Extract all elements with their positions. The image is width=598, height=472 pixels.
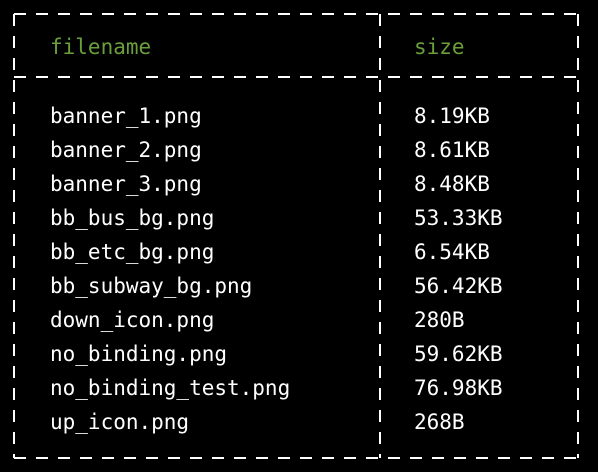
- filename-cell: down_icon.png: [50, 308, 215, 332]
- table-row: bb_bus_bg.png 53.33KB: [0, 201, 598, 235]
- size-cell: 268B: [414, 410, 465, 434]
- filename-cell: banner_2.png: [50, 138, 202, 162]
- size-cell: 59.62KB: [414, 342, 503, 366]
- table-row: bb_etc_bg.png 6.54KB: [0, 235, 598, 269]
- size-cell: 280B: [414, 308, 465, 332]
- filename-cell: up_icon.png: [50, 410, 190, 434]
- size-cell: 56.42KB: [414, 274, 503, 298]
- table-row: no_binding.png 59.62KB: [0, 337, 598, 371]
- table-row: no_binding_test.png 76.98KB: [0, 371, 598, 405]
- size-cell: 76.98KB: [414, 376, 503, 400]
- filename-cell: bb_bus_bg.png: [50, 206, 215, 230]
- size-cell: 6.54KB: [414, 240, 490, 264]
- table-row: banner_2.png 8.61KB: [0, 133, 598, 167]
- size-cell: 53.33KB: [414, 206, 503, 230]
- size-cell: 8.48KB: [414, 172, 490, 196]
- column-header-filename: filename: [50, 35, 152, 59]
- filename-cell: banner_1.png: [50, 104, 202, 128]
- terminal-output: filename size banner_1.png 8.19KB banner…: [0, 0, 598, 472]
- table-row: bb_subway_bg.png 56.42KB: [0, 269, 598, 303]
- filename-cell: no_binding.png: [50, 342, 228, 366]
- filename-cell: banner_3.png: [50, 172, 202, 196]
- table-row: banner_1.png 8.19KB: [0, 99, 598, 133]
- table-row: down_icon.png 280B: [0, 303, 598, 337]
- table-row: up_icon.png 268B: [0, 405, 598, 439]
- table-row: banner_3.png 8.48KB: [0, 167, 598, 201]
- size-cell: 8.61KB: [414, 138, 490, 162]
- filename-cell: bb_subway_bg.png: [50, 274, 253, 298]
- column-header-size: size: [414, 35, 465, 59]
- filename-cell: bb_etc_bg.png: [50, 240, 215, 264]
- size-cell: 8.19KB: [414, 104, 490, 128]
- filename-cell: no_binding_test.png: [50, 376, 291, 400]
